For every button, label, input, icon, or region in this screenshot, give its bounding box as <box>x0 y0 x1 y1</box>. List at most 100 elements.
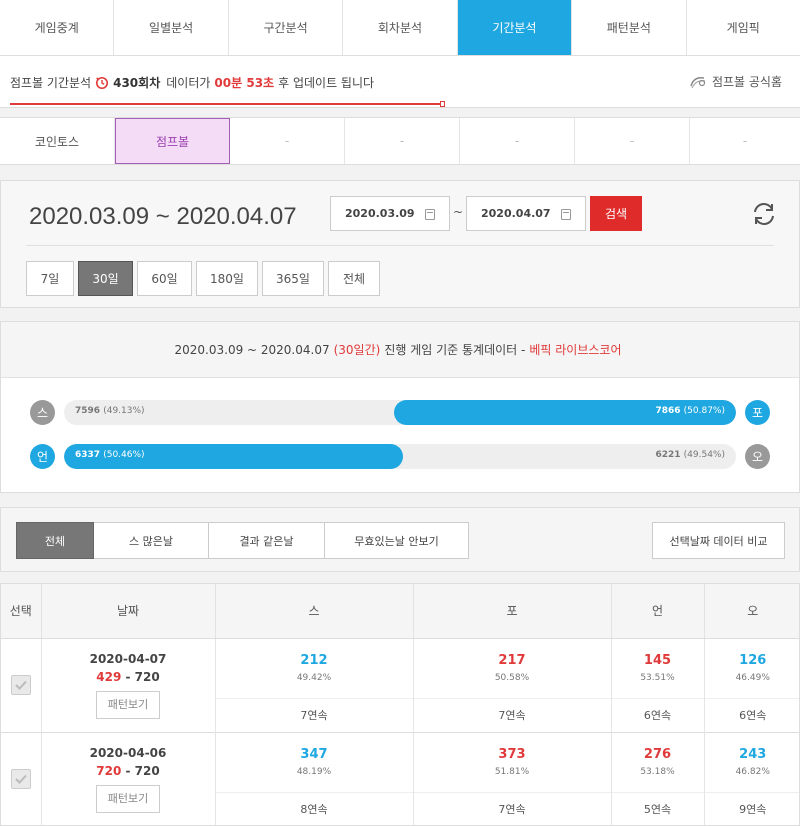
p-pct-value: 51.81% <box>494 767 530 777</box>
filter-hide-invalid-button[interactable]: 무효있는날 안보기 <box>325 522 469 559</box>
side-u-badge: 언 <box>30 444 55 469</box>
side-p-badge: 포 <box>745 400 770 425</box>
u-streak: 5연속 <box>611 791 705 825</box>
result-filter-panel: 전체 스 많은날 결과 같은날 무효있는날 안보기 선택날짜 데이터 비교 <box>0 507 800 572</box>
p-streak: 7연속 <box>413 791 612 825</box>
table-row: 2020-04-06 720 - 720 패턴보기 347 48.19% 373… <box>1 732 799 825</box>
u-pct: (50.46%) <box>103 450 145 460</box>
row-checkbox[interactable] <box>10 675 31 695</box>
rounds-played: 720 <box>96 763 122 778</box>
select-cell <box>1 638 42 732</box>
stats-days: (30일간) <box>333 343 381 357</box>
p-count: 7866 <box>655 406 681 416</box>
o-streak: 6연속 <box>704 697 799 732</box>
date-cell: 2020-04-06 720 - 720 패턴보기 <box>41 732 216 825</box>
u-pct-value: 53.18% <box>640 767 675 777</box>
period-180d-button[interactable]: 180일 <box>196 261 258 296</box>
u-cell: 276 53.18% <box>611 732 705 792</box>
s-pct-value: 49.42% <box>296 673 332 683</box>
refresh-icon[interactable] <box>750 200 778 228</box>
tab-pattern[interactable]: 패턴분석 <box>572 0 687 55</box>
p-pct: (50.87%) <box>683 406 725 416</box>
game-tab-empty-5[interactable]: - <box>690 118 800 164</box>
header-select: 선택 <box>1 584 42 639</box>
game-tab-empty-2[interactable]: - <box>345 118 460 164</box>
rounds-separator: - <box>121 763 135 778</box>
view-pattern-button[interactable]: 패턴보기 <box>96 784 160 813</box>
end-date-input[interactable]: 2020.04.07 <box>466 196 586 231</box>
game-tab-jumpball[interactable]: 점프볼 <box>115 118 230 164</box>
row-checkbox[interactable] <box>10 769 31 789</box>
stats-panel: 2020.03.09 ~ 2020.04.07 (30일간) 진행 게임 기준 … <box>0 321 800 493</box>
game-tab-cointoss[interactable]: 코인토스 <box>0 118 115 164</box>
header-s: 스 <box>215 584 414 639</box>
stats-middle: 진행 게임 기준 통계데이터 - <box>384 343 526 357</box>
o-count: 6221 <box>655 450 681 460</box>
date-cell: 2020-04-07 429 - 720 패턴보기 <box>41 638 216 732</box>
o-streak: 9연속 <box>704 791 799 825</box>
period-60d-button[interactable]: 60일 <box>137 261 192 296</box>
u-count-value: 276 <box>643 747 672 762</box>
o-cell: 243 46.82% <box>704 732 799 792</box>
calendar-icon <box>425 209 435 220</box>
tab-daily[interactable]: 일별분석 <box>114 0 229 55</box>
period-30d-button[interactable]: 30일 <box>78 261 133 296</box>
filter-s-many-button[interactable]: 스 많은날 <box>94 522 209 559</box>
date-filter-panel: 2020.03.09 ~ 2020.04.07 2020.03.09 ~ 202… <box>0 180 800 308</box>
o-count-value: 243 <box>739 747 767 762</box>
u-streak: 6연속 <box>611 697 705 732</box>
update-message: 점프볼 기간분석 430회차 데이터가 00분 53초 후 업데이트 됩니다 <box>10 74 374 91</box>
s-count-label: 7596 (49.13%) <box>75 406 145 416</box>
start-date-input[interactable]: 2020.03.09 <box>330 196 450 231</box>
date-separator: ~ <box>453 205 464 219</box>
compare-selected-button[interactable]: 선택날짜 데이터 비교 <box>652 522 785 559</box>
s-count: 7596 <box>75 406 101 416</box>
header-o: 오 <box>704 584 799 639</box>
tab-live[interactable]: 게임중계 <box>0 0 115 55</box>
game-tab-empty-1[interactable]: - <box>230 118 345 164</box>
tab-period[interactable]: 기간분석 <box>457 0 573 55</box>
s-pct: (49.13%) <box>103 406 145 416</box>
search-button[interactable]: 검색 <box>590 196 642 231</box>
view-pattern-button[interactable]: 패턴보기 <box>96 690 160 719</box>
tab-round[interactable]: 회차분석 <box>343 0 458 55</box>
row-date: 2020-04-06 <box>89 745 167 760</box>
selected-date-range: 2020.03.09 ~ 2020.04.07 <box>29 203 297 230</box>
daily-stats-table: 선택 날짜 스 포 언 오 2020-04-07 429 - 720 패턴보기 … <box>0 583 800 826</box>
o-pct-value: 46.49% <box>735 673 770 683</box>
p-cell: 217 50.58% <box>413 638 612 698</box>
u-count: 6337 <box>75 450 101 460</box>
p-pct-value: 50.58% <box>494 673 530 683</box>
period-7d-button[interactable]: 7일 <box>26 261 74 296</box>
date-panel-divider <box>26 245 774 246</box>
stats-range: 2020.03.09 ~ 2020.04.07 <box>174 342 330 357</box>
check-icon <box>15 680 27 690</box>
filter-buttons: 전체 스 많은날 결과 같은날 무효있는날 안보기 <box>16 522 469 559</box>
round-number: 430회차 <box>113 76 161 90</box>
s-streak: 8연속 <box>215 791 414 825</box>
official-home-label: 점프볼 공식홈 <box>711 75 782 89</box>
game-tab-empty-3[interactable]: - <box>460 118 575 164</box>
side-s-badge: 스 <box>30 400 55 425</box>
s-count-value: 212 <box>300 653 328 668</box>
header-u: 언 <box>611 584 705 639</box>
header-date: 날짜 <box>41 584 216 639</box>
p-count-value: 373 <box>498 747 526 762</box>
update-progress-line <box>10 103 442 105</box>
official-home-link[interactable]: 점프볼 공식홈 <box>689 73 782 90</box>
tab-gamepick[interactable]: 게임픽 <box>687 0 800 55</box>
row-rounds: 429 - 720 <box>42 670 215 684</box>
tab-section[interactable]: 구간분석 <box>229 0 344 55</box>
s-count-value: 347 <box>300 747 328 762</box>
check-icon <box>15 774 27 784</box>
u-count-label: 6337 (50.46%) <box>75 450 145 460</box>
filter-same-result-button[interactable]: 결과 같은날 <box>209 522 325 559</box>
period-365d-button[interactable]: 365일 <box>262 261 324 296</box>
table-header-row: 선택 날짜 스 포 언 오 <box>1 584 799 639</box>
period-all-button[interactable]: 전체 <box>328 261 380 296</box>
table-row: 2020-04-07 429 - 720 패턴보기 212 49.42% 217… <box>1 638 799 732</box>
filter-all-button[interactable]: 전체 <box>16 522 94 559</box>
game-tab-empty-4[interactable]: - <box>575 118 690 164</box>
u-pct-value: 53.51% <box>640 673 675 683</box>
stats-header: 2020.03.09 ~ 2020.04.07 (30일간) 진행 게임 기준 … <box>1 322 799 378</box>
